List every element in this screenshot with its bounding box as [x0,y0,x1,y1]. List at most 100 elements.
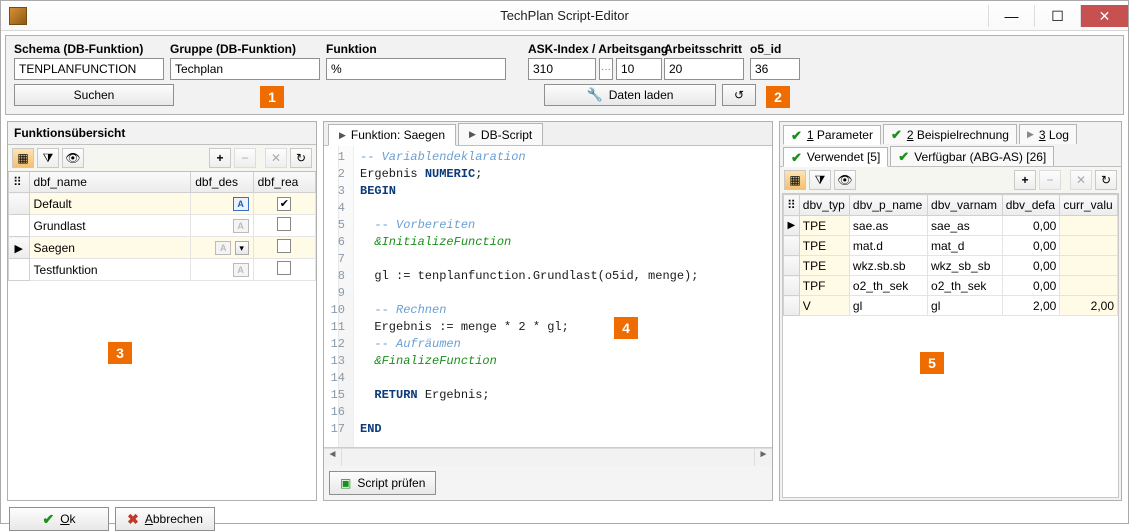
col-dbf-rea[interactable]: dbf_rea [253,172,315,193]
cell-def[interactable]: 0,00 [1002,236,1060,256]
cell-typ[interactable]: TPE [799,236,849,256]
tb-remove-icon[interactable]: − [1039,170,1061,190]
cell-name[interactable]: Grundlast [29,215,191,237]
function-grid[interactable]: ⠿ dbf_name dbf_des dbf_rea DefaultA✔Grun… [8,171,316,500]
tb-grid-icon[interactable]: ▦ [12,148,34,168]
o5id-input[interactable] [750,58,800,80]
scroll-left-icon[interactable]: ◄ [324,449,342,466]
col-dbv-pname[interactable]: dbv_p_name [849,195,927,216]
table-row[interactable]: TPFo2_th_seko2_th_sek0,00 [784,276,1118,296]
tab-verfuegbar[interactable]: ✔Verfügbar (ABG-AS) [26] [890,146,1054,166]
close-button[interactable]: ✕ [1080,5,1128,27]
col-dbf-des[interactable]: dbf_des [191,172,253,193]
maximize-button[interactable]: ☐ [1034,5,1080,27]
cell-rea[interactable]: ✔ [253,193,315,215]
cell-cur[interactable] [1060,216,1118,236]
cell-var[interactable]: mat_d [928,236,1003,256]
table-row[interactable]: GrundlastA [9,215,316,237]
cell-var[interactable]: o2_th_sek [928,276,1003,296]
parameter-grid[interactable]: ⠿ dbv_typ dbv_p_name dbv_varnam dbv_defa… [782,193,1119,498]
cell-var[interactable]: gl [928,296,1003,316]
col-curr-val[interactable]: curr_valu [1060,195,1118,216]
gruppe-input[interactable] [170,58,320,80]
cell-rea[interactable] [253,215,315,237]
tb-grid-icon[interactable]: ▦ [784,170,806,190]
cell-var[interactable]: sae_as [928,216,1003,236]
abbrechen-button[interactable]: ✖Abbrechen [115,507,215,531]
table-row[interactable]: TestfunktionA [9,259,316,281]
cell-pname[interactable]: mat.d [849,236,927,256]
cell-cur[interactable]: 2,00 [1060,296,1118,316]
cell-var[interactable]: wkz_sb_sb [928,256,1003,276]
ok-button[interactable]: ✔Ok [9,507,109,531]
tb-filter-icon[interactable]: ⧩ [809,170,831,190]
tab-verwendet[interactable]: ✔Verwendet [5] [783,147,888,167]
ask-lookup-button[interactable]: ··· [599,58,613,80]
table-row[interactable]: Vglgl2,002,00 [784,296,1118,316]
cell-cur[interactable] [1060,256,1118,276]
minimize-button[interactable]: — [988,5,1034,27]
tab-beispielrechnung[interactable]: ✔2 Beispielrechnung [883,124,1017,144]
ask-index-input[interactable] [528,58,596,80]
tab-dbscript[interactable]: ▶DB-Script [458,123,543,145]
cell-desc[interactable]: A ▾ [191,237,253,259]
cell-cur[interactable] [1060,236,1118,256]
cell-desc[interactable]: A [191,193,253,215]
schema-input[interactable] [14,58,164,80]
tb-filter-icon[interactable]: ⧩ [37,148,59,168]
code-editor[interactable]: 1234567891011121314151617 -- Variablende… [324,146,772,448]
cell-name[interactable]: Testfunktion [29,259,191,281]
tab-parameter[interactable]: ✔1 Parameter [783,125,881,145]
suchen-button[interactable]: Suchen [14,84,174,106]
code-text[interactable]: -- VariablendeklarationErgebnis NUMERIC;… [354,146,772,447]
cell-desc[interactable]: A [191,259,253,281]
tb-cancel-icon[interactable]: ✕ [1070,170,1092,190]
arbeitsgang-input[interactable] [616,58,662,80]
script-pruefen-button[interactable]: ▣Script prüfen [329,471,436,495]
table-row[interactable]: TPEmat.dmat_d0,00 [784,236,1118,256]
cell-def[interactable]: 0,00 [1002,256,1060,276]
cell-pname[interactable]: wkz.sb.sb [849,256,927,276]
tb-refresh-icon[interactable]: ↻ [290,148,312,168]
tb-eye-icon[interactable]: 👁 [62,148,84,168]
col-dbv-typ[interactable]: dbv_typ [799,195,849,216]
cell-def[interactable]: 0,00 [1002,216,1060,236]
line-gutter: 1234567891011121314151617 [324,146,354,447]
tab-log[interactable]: ▶3 Log [1019,124,1077,144]
cell-typ[interactable]: V [799,296,849,316]
col-dbf-name[interactable]: dbf_name [29,172,191,193]
cell-name[interactable]: Default [29,193,191,215]
tb-add-icon[interactable]: + [209,148,231,168]
cell-def[interactable]: 0,00 [1002,276,1060,296]
col-dbv-varnam[interactable]: dbv_varnam [928,195,1003,216]
table-row[interactable]: ▶SaegenA ▾ [9,237,316,259]
cell-desc[interactable]: A [191,215,253,237]
cell-name[interactable]: Saegen [29,237,191,259]
undo-button[interactable]: ↺ [722,84,756,106]
tb-refresh-icon[interactable]: ↻ [1095,170,1117,190]
cell-pname[interactable]: sae.as [849,216,927,236]
cell-rea[interactable] [253,259,315,281]
cell-rea[interactable] [253,237,315,259]
tb-remove-icon[interactable]: − [234,148,256,168]
funktion-input[interactable] [326,58,506,80]
daten-laden-button[interactable]: 🔧Daten laden [544,84,716,106]
cell-typ[interactable]: TPF [799,276,849,296]
arbeitsschritt-input[interactable] [664,58,744,80]
cell-typ[interactable]: TPE [799,216,849,236]
cell-pname[interactable]: o2_th_sek [849,276,927,296]
tb-eye-icon[interactable]: 👁 [834,170,856,190]
scroll-right-icon[interactable]: ► [754,449,772,466]
table-row[interactable]: DefaultA✔ [9,193,316,215]
cell-cur[interactable] [1060,276,1118,296]
table-row[interactable]: ▶TPEsae.assae_as0,00 [784,216,1118,236]
tab-funktion[interactable]: ▶Funktion: Saegen [328,124,456,146]
cell-pname[interactable]: gl [849,296,927,316]
tb-add-icon[interactable]: + [1014,170,1036,190]
tb-cancel-icon[interactable]: ✕ [265,148,287,168]
h-scrollbar[interactable]: ◄ ► [324,448,772,466]
cell-def[interactable]: 2,00 [1002,296,1060,316]
cell-typ[interactable]: TPE [799,256,849,276]
col-dbv-def[interactable]: dbv_defa [1002,195,1060,216]
table-row[interactable]: TPEwkz.sb.sbwkz_sb_sb0,00 [784,256,1118,276]
